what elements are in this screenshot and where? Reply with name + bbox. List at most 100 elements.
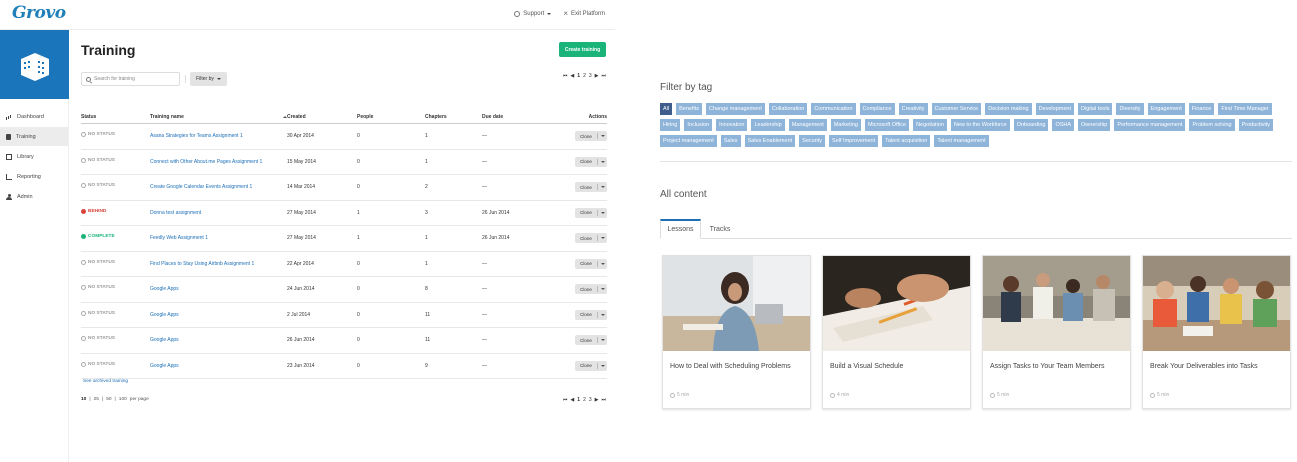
training-name-link[interactable]: Google Apps <box>150 337 179 343</box>
tag-negotiation[interactable]: Negotiation <box>913 119 947 131</box>
training-name-link[interactable]: Donna test assignment <box>150 210 201 216</box>
next-page-button[interactable]: ▶ <box>595 73 599 79</box>
sidebar-item-admin[interactable]: Admin <box>0 187 68 206</box>
next-page-button[interactable]: ▶ <box>595 397 599 403</box>
tag-change-management[interactable]: Change management <box>706 103 765 115</box>
tag-marketing[interactable]: Marketing <box>830 119 861 131</box>
tag-compliance[interactable]: Compliance <box>859 103 895 115</box>
sidebar-item-training[interactable]: Training <box>0 127 68 146</box>
tag-onboarding[interactable]: Onboarding <box>1013 119 1049 131</box>
chevron-down-icon[interactable] <box>601 262 605 265</box>
chevron-down-icon[interactable] <box>601 364 605 367</box>
tag-project-management[interactable]: Project management <box>660 135 717 147</box>
col-chapters[interactable]: Chapters <box>425 114 447 120</box>
training-name-link[interactable]: Google Apps <box>150 312 179 318</box>
clone-button[interactable]: Clone <box>575 207 607 218</box>
tag-customer-service[interactable]: Customer Service <box>931 103 982 115</box>
clone-button[interactable]: Clone <box>575 156 607 167</box>
clone-button[interactable]: Clone <box>575 182 607 192</box>
lesson-card[interactable]: Break Your Deliverables into Tasks 5 min <box>1142 255 1291 409</box>
page-1-link[interactable]: 1 <box>577 73 580 79</box>
tag-communication[interactable]: Communication <box>811 103 856 115</box>
filter-by-button[interactable]: Filter by <box>190 72 227 86</box>
training-name-link[interactable]: Google Apps <box>150 363 179 369</box>
col-training-name[interactable]: Training name <box>150 114 184 120</box>
tag-problem-solving[interactable]: Problem solving <box>1189 119 1235 131</box>
tag-security[interactable]: Security <box>799 135 826 147</box>
tag-performance-management[interactable]: Performance management <box>1114 119 1186 131</box>
tag-finance[interactable]: Finance <box>1188 103 1215 115</box>
sidebar-item-library[interactable]: Library <box>0 147 68 166</box>
clone-button[interactable]: Clone <box>575 258 607 269</box>
training-name-link[interactable]: Asana Strategies for Teams Assignment 1 <box>150 133 243 139</box>
create-training-button[interactable]: Create training <box>559 42 606 57</box>
col-people[interactable]: People <box>357 114 373 120</box>
tag-engagement[interactable]: Engagement <box>1147 103 1185 115</box>
tag-osha[interactable]: OSHA <box>1052 119 1075 131</box>
prev-page-button[interactable]: ◀ <box>570 397 574 403</box>
last-page-button[interactable]: ⏭ <box>601 397 606 403</box>
training-name-link[interactable]: Connect with Other About.me Pages Assign… <box>150 159 262 165</box>
clone-button[interactable]: Clone <box>575 233 607 243</box>
chevron-down-icon[interactable] <box>601 288 605 290</box>
training-name-link[interactable]: Find Places to Stay Using Airbnb Assignm… <box>150 261 254 267</box>
tag-digital-tools[interactable]: Digital tools <box>1078 103 1113 115</box>
tag-ownership[interactable]: Ownership <box>1078 119 1111 131</box>
tag-inclusion[interactable]: Inclusion <box>684 119 713 131</box>
tag-development[interactable]: Development <box>1035 103 1075 115</box>
chevron-down-icon[interactable] <box>601 160 605 163</box>
chevron-down-icon[interactable] <box>601 339 605 341</box>
tab-tracks[interactable]: Tracks <box>708 219 732 239</box>
page-1-link[interactable]: 1 <box>577 397 580 403</box>
tag-management[interactable]: Management <box>788 119 827 131</box>
tab-lessons[interactable]: Lessons <box>660 219 701 239</box>
tag-creativity[interactable]: Creativity <box>898 103 928 115</box>
clone-button[interactable]: Clone <box>575 335 607 345</box>
tag-collaboration[interactable]: Collaboration <box>768 103 808 115</box>
tag-self-improvement[interactable]: Self Improvement <box>829 135 879 147</box>
page-3-link[interactable]: 3 <box>589 73 592 79</box>
search-input[interactable]: Search for training <box>81 72 180 86</box>
per-page-10[interactable]: 10 <box>81 397 86 402</box>
tag-microsoft-office[interactable]: Microsoft Office <box>864 119 910 131</box>
lesson-card[interactable]: How to Deal with Scheduling Problems 5 m… <box>662 255 811 409</box>
lesson-card[interactable]: Assign Tasks to Your Team Members 5 min <box>982 255 1131 409</box>
sort-ascending-icon[interactable] <box>280 114 287 120</box>
page-2-link[interactable]: 2 <box>583 73 586 79</box>
sidebar-item-dashboard[interactable]: Dashboard <box>0 107 68 126</box>
per-page-50[interactable]: 50 <box>106 397 111 402</box>
tag-leadership[interactable]: Leadership <box>751 119 785 131</box>
clone-button[interactable]: Clone <box>575 131 607 141</box>
tag-new-to-the-workforce[interactable]: New to the Workforce <box>950 119 1010 131</box>
first-page-button[interactable]: ⏮ <box>563 397 568 403</box>
clone-button[interactable]: Clone <box>575 284 607 294</box>
training-name-link[interactable]: Create Google Calendar Events Assignment… <box>150 184 252 190</box>
tag-sales-enablement[interactable]: Sales Enablement <box>744 135 796 147</box>
exit-platform-link[interactable]: × Exit Platform <box>563 10 605 18</box>
tag-talent-management[interactable]: Talent management <box>934 135 989 147</box>
first-page-button[interactable]: ⏮ <box>563 73 568 79</box>
per-page-25[interactable]: 25 <box>94 397 99 402</box>
clone-button[interactable]: Clone <box>575 360 607 371</box>
sidebar-item-reporting[interactable]: Reporting <box>0 167 68 186</box>
tag-talent-acquisition[interactable]: Talent acquisition <box>882 135 931 147</box>
chevron-down-icon[interactable] <box>601 313 605 316</box>
tag-benefits[interactable]: Benefits <box>676 103 702 115</box>
tag-all[interactable]: All <box>660 103 673 115</box>
page-3-link[interactable]: 3 <box>589 397 592 403</box>
lesson-card[interactable]: Build a Visual Schedule 4 min <box>822 255 971 409</box>
clone-button[interactable]: Clone <box>575 309 607 320</box>
tag-diversity[interactable]: Diversity <box>1116 103 1144 115</box>
tag-innovation[interactable]: Innovation <box>716 119 748 131</box>
chevron-down-icon[interactable] <box>601 211 605 214</box>
training-name-link[interactable]: Feedly Web Assignment 1 <box>150 235 208 241</box>
chevron-down-icon[interactable] <box>601 186 605 188</box>
chevron-down-icon[interactable] <box>601 237 605 239</box>
prev-page-button[interactable]: ◀ <box>570 73 574 79</box>
grovo-logo[interactable]: Grovo <box>12 3 66 23</box>
support-menu[interactable]: Support <box>514 11 552 17</box>
tag-productivity[interactable]: Productivity <box>1238 119 1274 131</box>
last-page-button[interactable]: ⏭ <box>601 73 606 79</box>
col-due-date[interactable]: Due date <box>482 114 503 120</box>
col-created[interactable]: Created <box>287 114 306 120</box>
